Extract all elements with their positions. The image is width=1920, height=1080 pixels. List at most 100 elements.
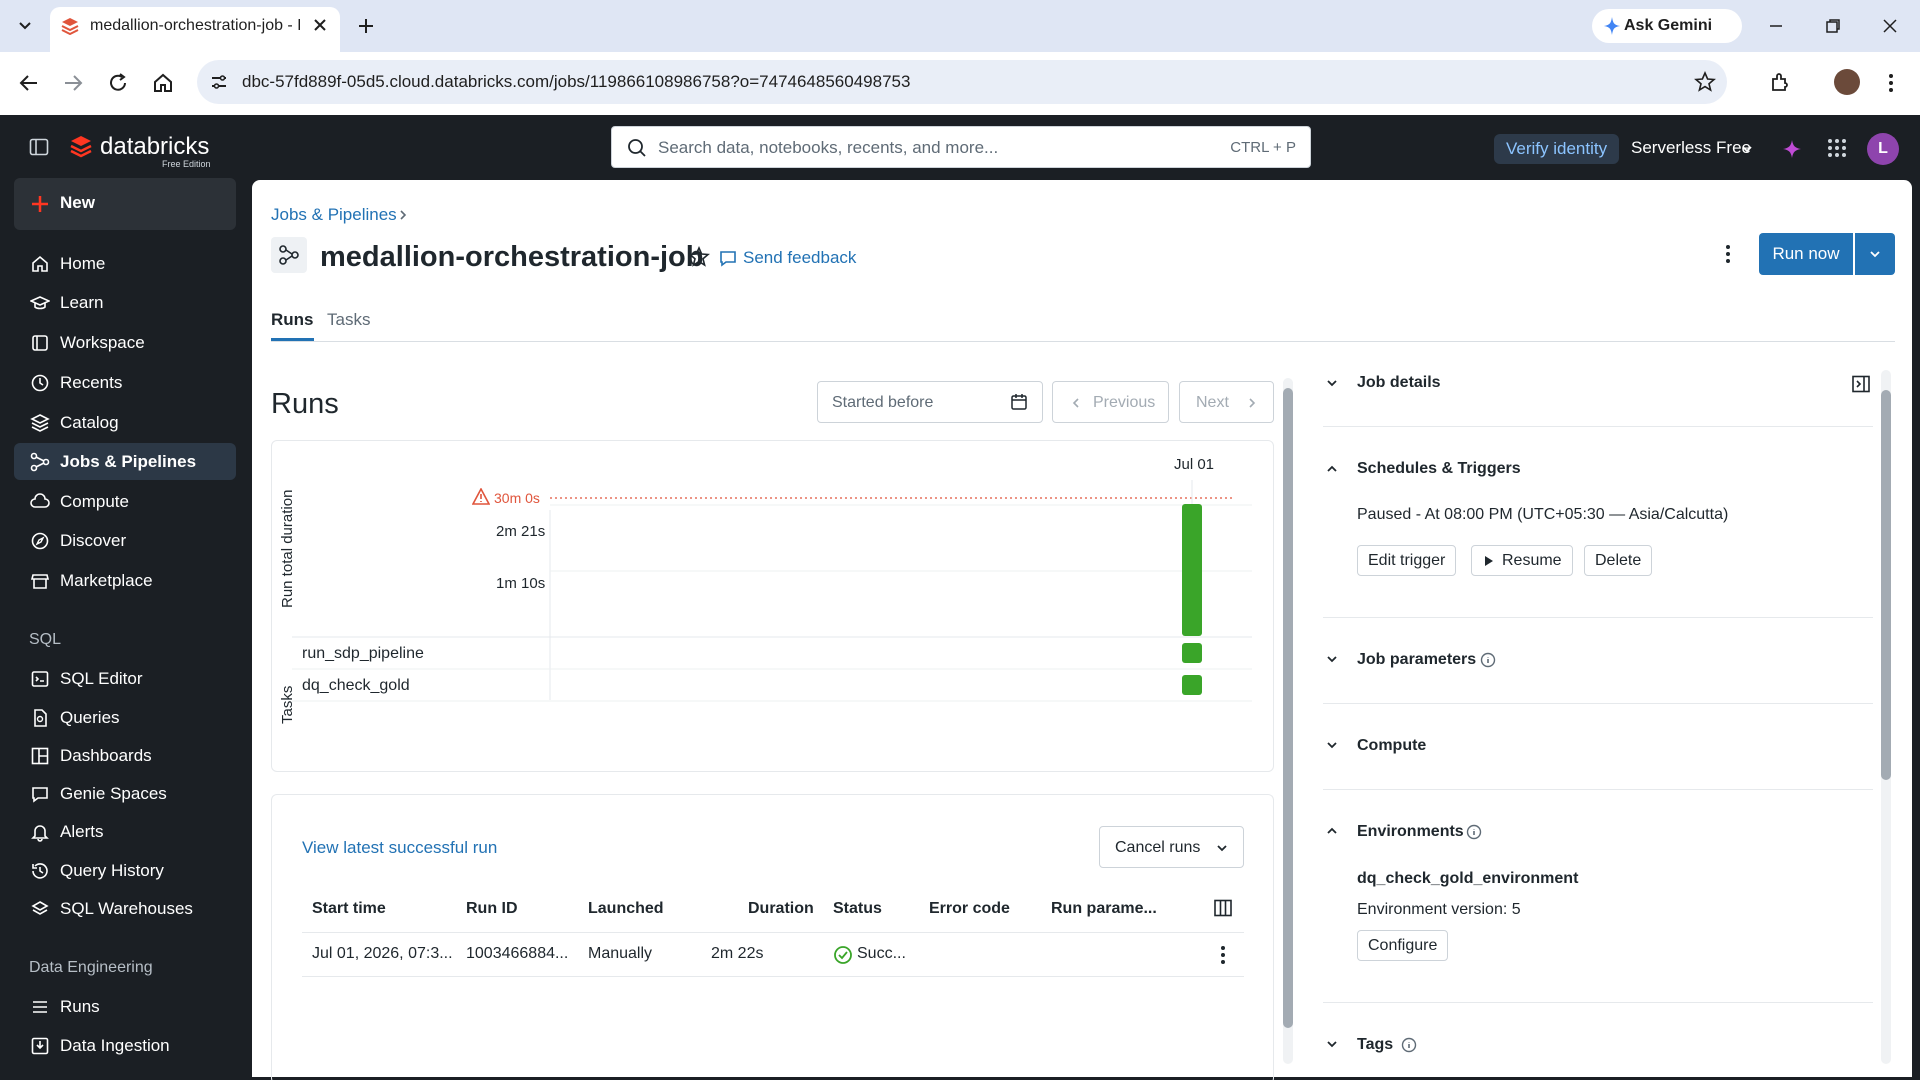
assistant-sparkle-icon[interactable] bbox=[1781, 138, 1803, 160]
reload-icon[interactable] bbox=[107, 72, 129, 94]
new-tab-icon[interactable] bbox=[356, 16, 376, 36]
sidebar-item-dashboards[interactable]: Dashboards bbox=[14, 737, 236, 774]
column-header-run-id[interactable]: Run ID bbox=[466, 900, 518, 918]
row-kebab-menu-icon[interactable] bbox=[1220, 945, 1226, 965]
column-header-duration[interactable]: Duration bbox=[748, 900, 814, 918]
details-scrollbar-thumb[interactable] bbox=[1881, 390, 1891, 780]
delete-trigger-button[interactable]: Delete bbox=[1584, 545, 1653, 576]
tab-search-icon[interactable] bbox=[14, 14, 36, 36]
sidebar-item-queries[interactable]: Queries bbox=[14, 699, 236, 736]
extensions-icon[interactable] bbox=[1769, 72, 1791, 94]
sidebar-item-catalog[interactable]: Catalog bbox=[14, 404, 236, 441]
tags-chevron-down-icon[interactable] bbox=[1326, 1038, 1338, 1050]
home-icon[interactable] bbox=[152, 72, 174, 94]
address-bar[interactable]: dbc-57fd889f-05d5.cloud.databricks.com/j… bbox=[197, 60, 1727, 104]
databricks-logo-icon[interactable] bbox=[69, 134, 93, 158]
resume-label: Resume bbox=[1502, 552, 1562, 569]
column-header-launched[interactable]: Launched bbox=[588, 900, 664, 918]
threshold-label: 30m 0s bbox=[494, 490, 540, 506]
job-parameters-chevron-down-icon[interactable] bbox=[1326, 653, 1338, 665]
compute-header[interactable]: Compute bbox=[1357, 737, 1426, 755]
bookmark-star-icon[interactable] bbox=[1694, 71, 1716, 93]
panel-collapse-icon[interactable] bbox=[1851, 374, 1871, 394]
sidebar-item-jobs-pipelines[interactable]: Jobs & Pipelines bbox=[14, 443, 236, 480]
chart-bar bbox=[1182, 504, 1202, 636]
resume-button[interactable]: Resume bbox=[1471, 545, 1573, 576]
chevron-down-icon bbox=[1869, 248, 1881, 260]
column-header-run-parameters[interactable]: Run parame... bbox=[1051, 900, 1157, 918]
profile-avatar[interactable] bbox=[1834, 69, 1860, 95]
minimize-window-icon[interactable] bbox=[1768, 18, 1784, 34]
sidebar-item-label: Queries bbox=[60, 708, 120, 727]
task-label-run-sdp-pipeline: run_sdp_pipeline bbox=[302, 645, 424, 662]
sidebar-item-home[interactable]: Home bbox=[14, 245, 236, 282]
run-now-dropdown-button[interactable] bbox=[1855, 233, 1895, 275]
view-latest-successful-run-link[interactable]: View latest successful run bbox=[302, 838, 497, 858]
forward-icon[interactable] bbox=[62, 72, 84, 94]
sidebar-item-query-history[interactable]: Query History bbox=[14, 852, 236, 889]
tags-header[interactable]: Tags bbox=[1357, 1036, 1393, 1054]
sidebar-item-workspace[interactable]: Workspace bbox=[14, 324, 236, 361]
workspace-selector[interactable]: Serverless Free bbox=[1631, 138, 1751, 158]
tags-info-icon[interactable] bbox=[1401, 1037, 1417, 1053]
sidebar-toggle-icon[interactable] bbox=[29, 137, 49, 157]
sidebar-item-discover[interactable]: Discover bbox=[14, 522, 236, 559]
sidebar-item-label: Genie Spaces bbox=[60, 784, 167, 803]
play-icon bbox=[1484, 555, 1494, 567]
cancel-runs-label: Cancel runs bbox=[1115, 839, 1201, 856]
schedule-description: Paused - At 08:00 PM (UTC+05:30 — Asia/C… bbox=[1357, 506, 1729, 523]
column-settings-icon[interactable] bbox=[1213, 898, 1233, 918]
runs-scrollbar-thumb[interactable] bbox=[1283, 388, 1293, 1028]
url-text[interactable]: dbc-57fd889f-05d5.cloud.databricks.com/j… bbox=[242, 72, 910, 92]
folder-icon bbox=[30, 333, 50, 353]
new-button[interactable]: New bbox=[14, 178, 236, 230]
sidebar-item-learn[interactable]: Learn bbox=[14, 284, 236, 321]
ask-gemini-button[interactable]: Ask Gemini bbox=[1592, 9, 1742, 43]
browser-menu-icon[interactable] bbox=[1888, 72, 1894, 94]
sidebar-item-sql-editor[interactable]: SQL Editor bbox=[14, 660, 236, 697]
environments-chevron-up-icon[interactable] bbox=[1326, 825, 1338, 837]
sidebar-item-compute[interactable]: Compute bbox=[14, 483, 236, 520]
site-info-icon[interactable] bbox=[209, 72, 229, 92]
sidebar-item-sql-warehouses[interactable]: SQL Warehouses bbox=[14, 890, 236, 927]
edit-trigger-button[interactable]: Edit trigger bbox=[1357, 545, 1457, 576]
compute-chevron-down-icon[interactable] bbox=[1326, 739, 1338, 751]
threshold-warning-icon bbox=[472, 488, 490, 506]
job-details-chevron-down-icon[interactable] bbox=[1326, 377, 1338, 389]
sidebar-item-data-ingestion[interactable]: Data Ingestion bbox=[14, 1027, 236, 1064]
schedules-triggers-header[interactable]: Schedules & Triggers bbox=[1357, 460, 1521, 478]
job-parameters-info-icon[interactable] bbox=[1480, 652, 1496, 668]
environments-info-icon[interactable] bbox=[1466, 824, 1482, 840]
environments-header[interactable]: Environments bbox=[1357, 823, 1464, 841]
sidebar-item-runs[interactable]: Runs bbox=[14, 988, 236, 1025]
run-now-button[interactable]: Run now bbox=[1759, 233, 1853, 275]
column-header-status[interactable]: Status bbox=[833, 900, 882, 918]
column-header-error-code[interactable]: Error code bbox=[929, 900, 1010, 918]
configure-environment-button[interactable]: Configure bbox=[1357, 930, 1449, 961]
close-window-icon[interactable] bbox=[1882, 18, 1898, 34]
user-avatar[interactable]: L bbox=[1867, 133, 1899, 165]
sidebar-item-marketplace[interactable]: Marketplace bbox=[14, 562, 236, 599]
job-parameters-header[interactable]: Job parameters bbox=[1357, 651, 1476, 669]
restore-window-icon[interactable] bbox=[1825, 18, 1841, 34]
sidebar-item-alerts[interactable]: Alerts bbox=[14, 813, 236, 850]
run-start-time-link[interactable]: Jul 01, 2026, 07:3... bbox=[312, 945, 453, 963]
list-icon bbox=[30, 997, 50, 1017]
sidebar-item-recents[interactable]: Recents bbox=[14, 364, 236, 401]
more-options-icon[interactable] bbox=[1725, 243, 1731, 265]
verify-identity-button[interactable]: Verify identity bbox=[1494, 134, 1620, 164]
catalog-icon bbox=[30, 413, 50, 433]
column-header-start-time[interactable]: Start time bbox=[312, 900, 386, 918]
cancel-runs-button[interactable]: Cancel runs bbox=[1099, 826, 1244, 868]
apps-grid-icon[interactable] bbox=[1827, 138, 1847, 158]
section-divider bbox=[1323, 703, 1873, 704]
schedules-chevron-up-icon[interactable] bbox=[1326, 463, 1338, 475]
compass-icon bbox=[30, 531, 50, 551]
tab-close-icon[interactable] bbox=[312, 17, 328, 33]
workspace-chevron-down-icon[interactable] bbox=[1741, 143, 1753, 155]
sidebar-item-genie-spaces[interactable]: Genie Spaces bbox=[14, 775, 236, 812]
global-search-input[interactable]: Search data, notebooks, recents, and mor… bbox=[611, 126, 1311, 168]
back-icon[interactable] bbox=[18, 72, 40, 94]
sidebar-item-label: Catalog bbox=[60, 413, 119, 432]
job-details-header[interactable]: Job details bbox=[1357, 374, 1441, 392]
